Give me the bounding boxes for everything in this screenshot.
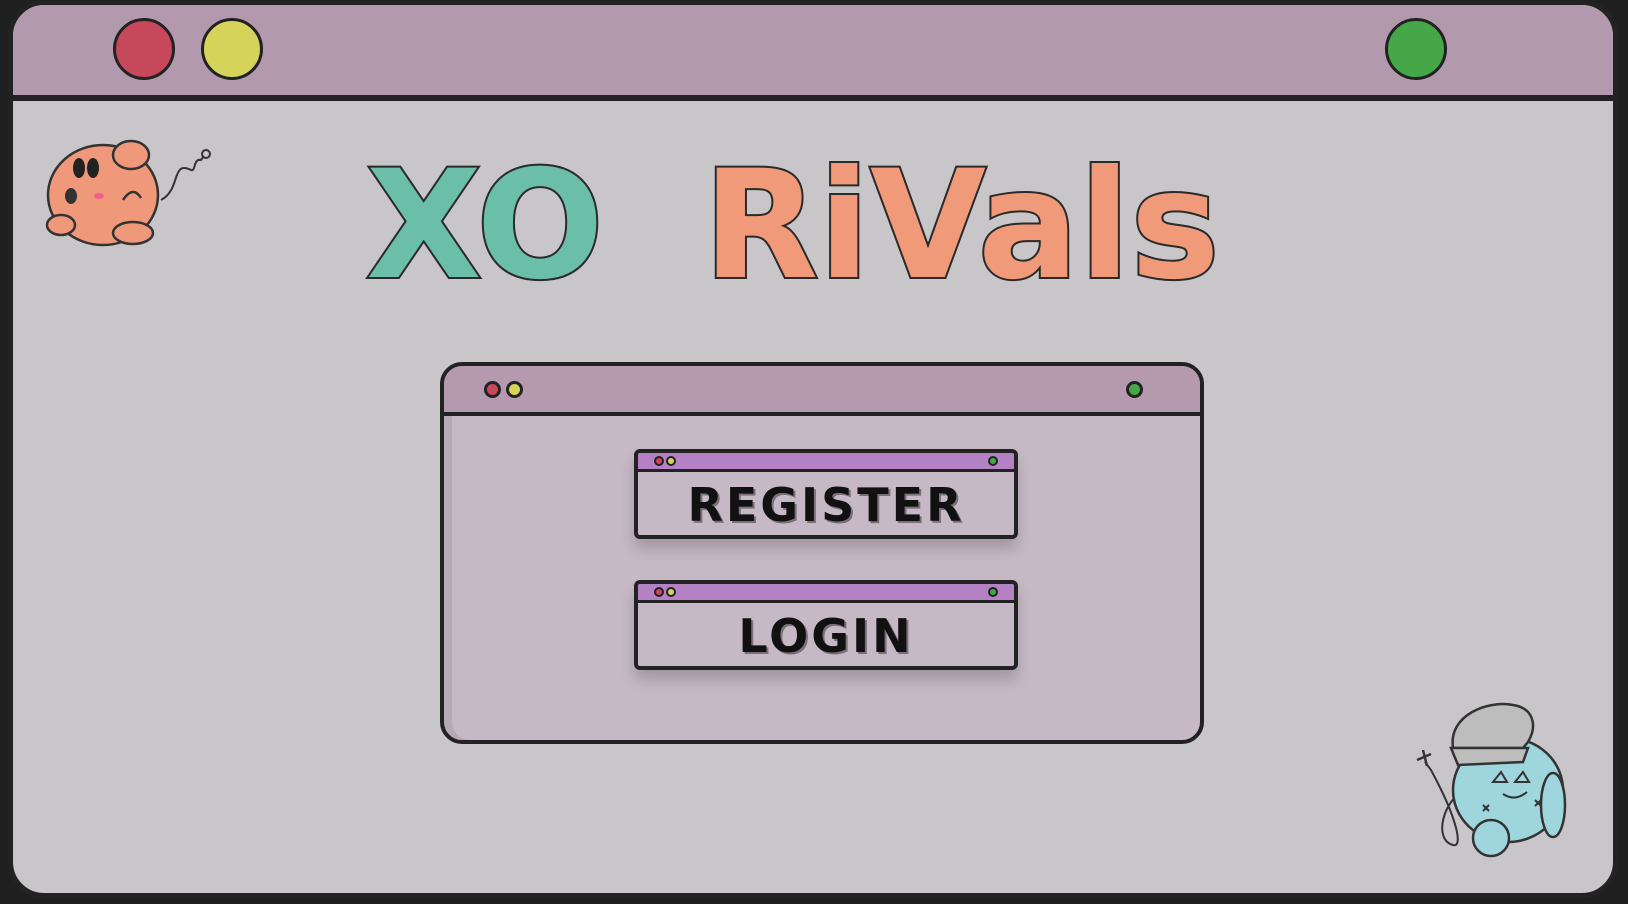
register-button-bar	[638, 453, 1014, 472]
close-window-button[interactable]	[113, 18, 175, 80]
menu-panel: REGISTER LOGIN	[440, 362, 1204, 744]
login-bar-dot	[988, 587, 998, 597]
game-title-logo: XO RiVals	[358, 137, 1308, 315]
login-bar-dot	[654, 587, 664, 597]
blue-chef-mascot-icon	[1416, 702, 1567, 858]
login-bar-dot	[666, 587, 676, 597]
register-button[interactable]: REGISTER	[634, 449, 1018, 539]
login-button-label: LOGIN	[738, 609, 914, 663]
menu-panel-titlebar	[444, 366, 1200, 416]
panel-close-dot	[484, 381, 501, 398]
app-window: XO RiVals REGISTER LOGIN	[8, 0, 1618, 898]
title-word-rivals: RiVals	[703, 145, 1220, 313]
title-word-xo: XO	[366, 145, 604, 313]
login-button-bar	[638, 584, 1014, 603]
maximize-window-button[interactable]	[1385, 18, 1447, 80]
panel-minimize-dot	[506, 381, 523, 398]
login-button[interactable]: LOGIN	[634, 580, 1018, 670]
panel-maximize-dot	[1126, 381, 1143, 398]
orange-blob-mascot-icon	[45, 139, 211, 247]
window-titlebar	[13, 5, 1613, 101]
register-bar-dot	[654, 456, 664, 466]
register-button-label: REGISTER	[687, 478, 965, 532]
register-bar-dot	[666, 456, 676, 466]
minimize-window-button[interactable]	[201, 18, 263, 80]
register-bar-dot	[988, 456, 998, 466]
